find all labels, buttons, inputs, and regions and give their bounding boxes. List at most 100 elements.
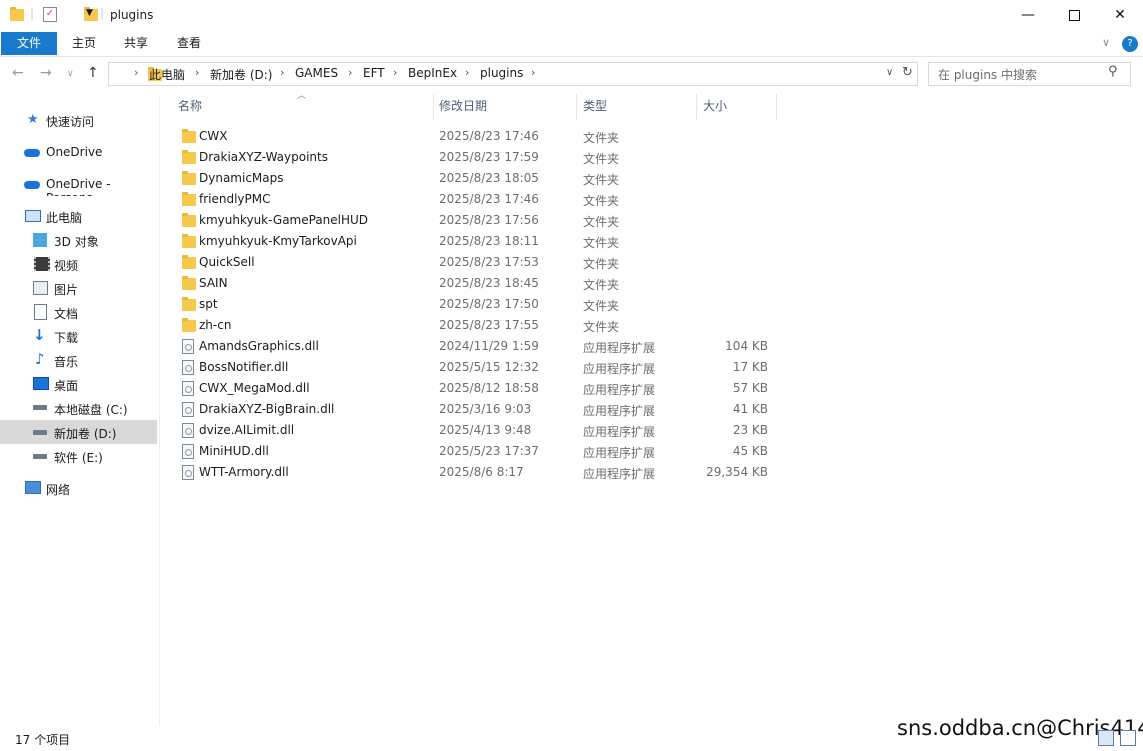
chevron-right-icon[interactable]: › (195, 66, 199, 79)
dll-file-icon (182, 465, 194, 480)
recent-locations-icon[interactable]: ∨ (67, 69, 74, 79)
file-row[interactable]: DrakiaXYZ-BigBrain.dll 2025/3/16 9:03 应用程序… (171, 399, 776, 420)
tab-view[interactable]: 查看 (169, 32, 209, 55)
address-dropdown-icon[interactable]: ∨ (886, 67, 893, 78)
column-divider[interactable] (696, 94, 697, 120)
folder-row[interactable]: kmyuhkyuk-KmyTarkovApi 2025/8/23 18:11 文件夹 (171, 231, 776, 252)
file-name: SAIN (199, 276, 228, 290)
file-type: 应用程序扩展 (583, 383, 656, 397)
search-icon[interactable]: ⚲ (1108, 64, 1118, 79)
sidebar-item-label: 本地磁盘 (C:) (54, 403, 128, 417)
back-arrow-icon[interactable]: ← (12, 65, 24, 81)
sidebar-item-videos[interactable]: 视频 (0, 252, 157, 276)
breadcrumb-plugins[interactable]: plugins (480, 66, 523, 80)
folder-row[interactable]: QuickSell 2025/8/23 17:53 文件夹 (171, 252, 776, 273)
sidebar-item-onedrive-personal[interactable]: OneDrive - Persona (0, 172, 157, 196)
details-view-icon[interactable] (1098, 730, 1114, 746)
breadcrumb-this-pc[interactable]: 此电脑 (149, 66, 185, 83)
chevron-right-icon[interactable]: › (134, 66, 138, 79)
breadcrumb-games[interactable]: GAMES (295, 66, 338, 80)
sidebar-item-network[interactable]: 网络 (0, 476, 157, 500)
file-row[interactable]: AmandsGraphics.dll 2024/11/29 1:59 应用程序扩展 1… (171, 336, 776, 357)
sidebar-item-downloads[interactable]: ↓ 下载 (0, 324, 157, 348)
file-type: 应用程序扩展 (583, 362, 656, 376)
sidebar-item-documents[interactable]: 文档 (0, 300, 157, 324)
sidebar-item-drive-c[interactable]: 本地磁盘 (C:) (0, 396, 157, 420)
file-date: 2025/8/23 17:46 (439, 192, 539, 206)
close-icon[interactable]: ✕ (1097, 0, 1143, 30)
chevron-right-icon[interactable]: › (348, 66, 352, 79)
folder-row[interactable]: zh-cn 2025/8/23 17:55 文件夹 (171, 315, 776, 336)
expand-ribbon-icon[interactable]: ∨ (1102, 36, 1110, 49)
column-header-name[interactable]: 名称 (178, 97, 202, 121)
forward-arrow-icon[interactable]: → (40, 65, 52, 81)
maximize-icon[interactable] (1051, 0, 1097, 30)
download-icon: ↓ (33, 326, 46, 344)
file-name: QuickSell (199, 255, 255, 269)
breadcrumb-drive-d[interactable]: 新加卷 (D:) (210, 66, 272, 83)
up-arrow-icon[interactable]: ↑ (87, 65, 99, 81)
sidebar-item-3d-objects[interactable]: 3D 对象 (0, 228, 157, 252)
tab-share[interactable]: 共享 (116, 32, 156, 55)
chevron-right-icon[interactable]: › (465, 66, 469, 79)
network-icon (25, 481, 41, 494)
folder-row[interactable]: kmyuhkyuk-GamePanelHUD 2025/8/23 17:56 文件夹 (171, 210, 776, 231)
folder-row[interactable]: spt 2025/8/23 17:50 文件夹 (171, 294, 776, 315)
file-row[interactable]: BossNotifier.dll 2025/5/15 12:32 应用程序扩展 17 … (171, 357, 776, 378)
sidebar-item-drive-d[interactable]: 新加卷 (D:) (0, 420, 157, 444)
large-icons-view-icon[interactable] (1120, 730, 1136, 746)
sidebar-item-label: 下载 (54, 331, 79, 345)
sidebar-item-quick-access[interactable]: ★ 快速访问 (0, 108, 157, 132)
breadcrumb-eft[interactable]: EFT (363, 66, 385, 80)
cube-icon (33, 233, 47, 247)
help-icon[interactable]: ? (1122, 36, 1138, 52)
column-divider[interactable] (433, 94, 434, 120)
file-name: DrakiaXYZ-Waypoints (199, 150, 328, 164)
sidebar-item-label: OneDrive - Persona (46, 177, 111, 196)
file-row[interactable]: WTT-Armory.dll 2025/8/6 8:17 应用程序扩展 29,354 … (171, 462, 776, 483)
file-size: 45 KB (732, 444, 768, 458)
minimize-icon[interactable]: — (1005, 0, 1051, 30)
file-date: 2025/8/23 18:11 (439, 234, 539, 248)
picture-icon (33, 281, 48, 295)
file-date: 2025/5/23 17:37 (439, 444, 539, 458)
sidebar-item-this-pc[interactable]: 此电脑 (0, 204, 157, 228)
file-name: BossNotifier.dll (199, 360, 289, 374)
file-name: dvize.AILimit.dll (199, 423, 295, 437)
chevron-right-icon[interactable]: › (393, 66, 397, 79)
chevron-right-icon[interactable]: › (531, 66, 535, 79)
sidebar-item-pictures[interactable]: 图片 (0, 276, 157, 300)
folder-row[interactable]: CWX 2025/8/23 17:46 文件夹 (171, 126, 776, 147)
breadcrumb-bepinex[interactable]: BepInEx (408, 66, 457, 80)
column-header-type[interactable]: 类型 (583, 97, 607, 121)
column-divider[interactable] (776, 94, 777, 120)
sidebar-item-desktop[interactable]: 桌面 (0, 372, 157, 396)
sidebar-item-label: 图片 (54, 283, 79, 297)
tab-file[interactable]: 文件 (1, 32, 57, 55)
file-row[interactable]: MiniHUD.dll 2025/5/23 17:37 应用程序扩展 45 KB (171, 441, 776, 462)
sidebar-item-onedrive[interactable]: OneDrive (0, 140, 157, 164)
file-row[interactable]: dvize.AILimit.dll 2025/4/13 9:48 应用程序扩展 23 … (171, 420, 776, 441)
file-name: kmyuhkyuk-KmyTarkovApi (199, 234, 357, 248)
column-header-date[interactable]: 修改日期 (439, 97, 487, 121)
file-row[interactable]: CWX_MegaMod.dll 2025/8/12 18:58 应用程序扩展 57 K… (171, 378, 776, 399)
file-date: 2025/8/23 17:56 (439, 213, 539, 227)
folder-row[interactable]: DrakiaXYZ-Waypoints 2025/8/23 17:59 文件夹 (171, 147, 776, 168)
chevron-right-icon[interactable]: › (280, 66, 284, 79)
tab-home[interactable]: 主页 (64, 32, 104, 55)
column-header-size[interactable]: 大小 (703, 97, 727, 121)
sidebar-item-drive-e[interactable]: 软件 (E:) (0, 444, 157, 468)
file-date: 2025/8/23 18:05 (439, 171, 539, 185)
folder-row[interactable]: DynamicMaps 2025/8/23 18:05 文件夹 (171, 168, 776, 189)
file-date: 2025/8/23 17:46 (439, 129, 539, 143)
quick-access-dropdown-icon[interactable]: ▼ (86, 8, 93, 18)
file-size: 29,354 KB (706, 465, 768, 479)
properties-icon[interactable]: ✓ (43, 7, 57, 22)
dll-file-icon (182, 402, 194, 417)
folder-row[interactable]: SAIN 2025/8/23 18:45 文件夹 (171, 273, 776, 294)
folder-row[interactable]: friendlyPMC 2025/8/23 17:46 文件夹 (171, 189, 776, 210)
column-divider[interactable] (576, 94, 577, 120)
sidebar-item-music[interactable]: ♪ 音乐 (0, 348, 157, 372)
file-type: 应用程序扩展 (583, 467, 656, 481)
refresh-icon[interactable]: ↻ (902, 65, 913, 80)
